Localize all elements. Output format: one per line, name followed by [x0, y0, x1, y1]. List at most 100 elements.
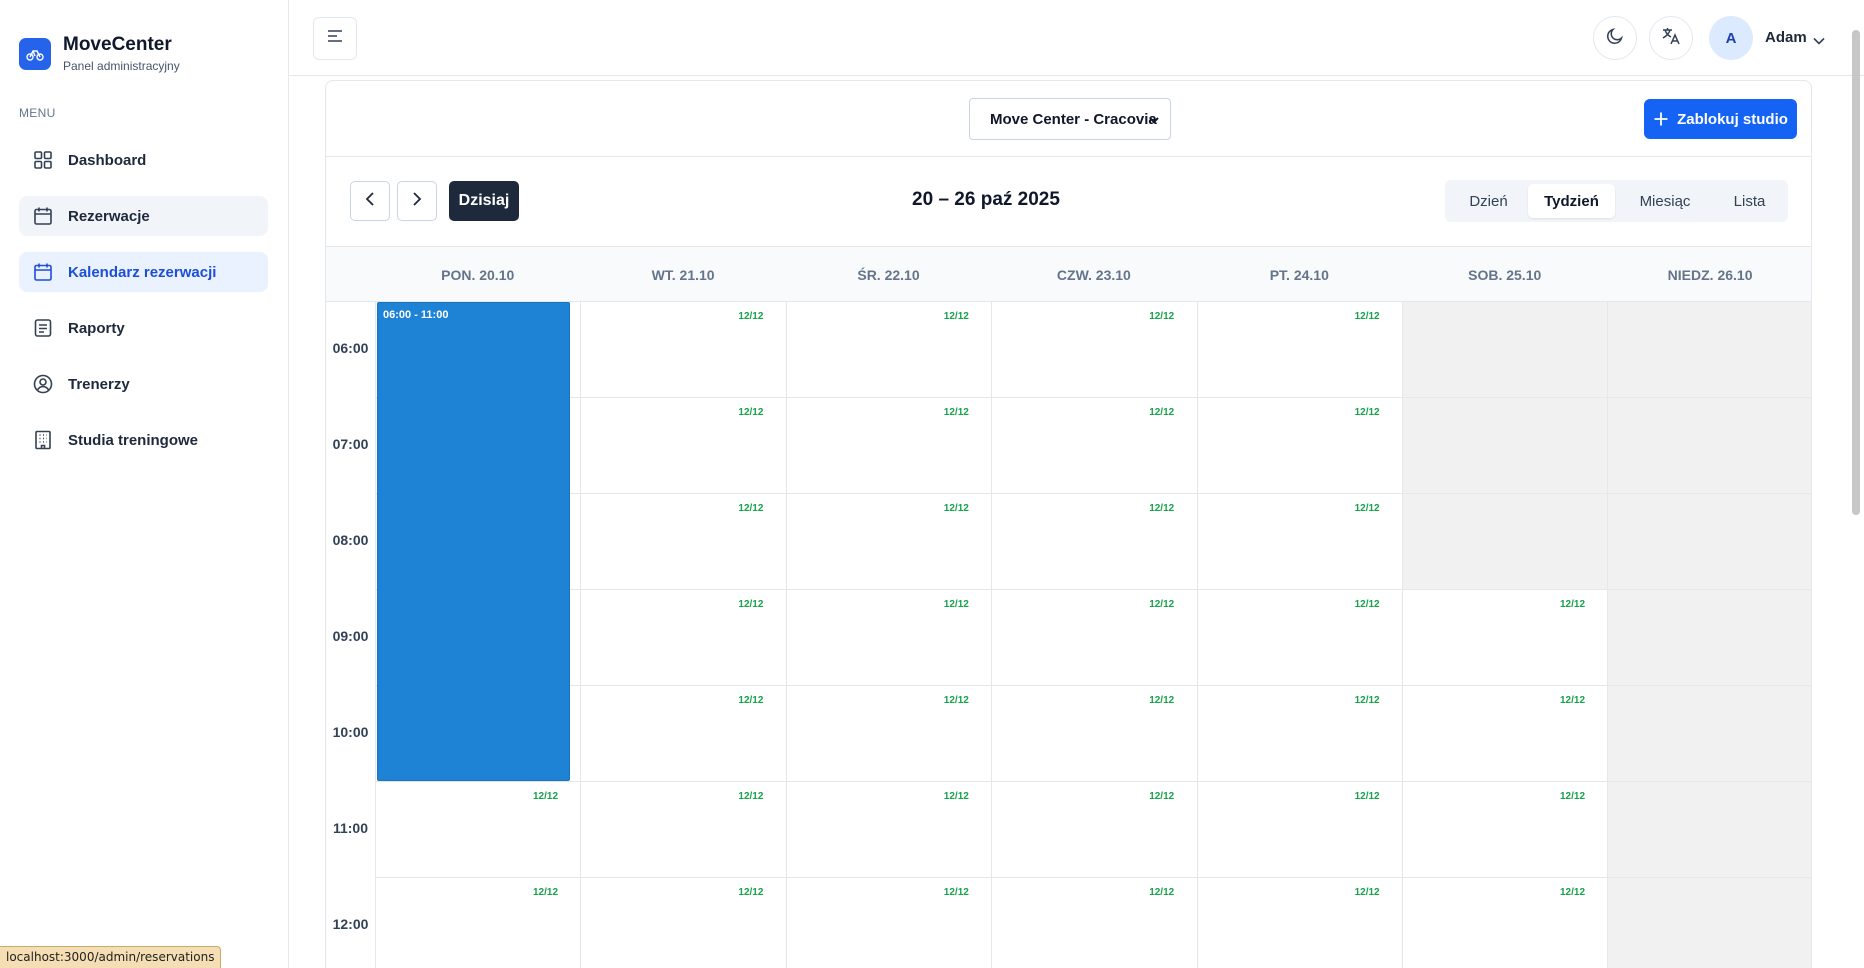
- sidebar-item-reports[interactable]: Raporty: [19, 308, 268, 348]
- calendar-toolbar: Dzisiaj 20 – 26 paź 2025 Dzień Tydzień M…: [326, 157, 1811, 247]
- slot-capacity-badge: 12/12: [1560, 695, 1586, 706]
- building-icon: [32, 429, 54, 451]
- calendar-grid: 06:00 12/12 12/12 12/12 12/12 07:00 12/12 12/12…: [326, 302, 1811, 968]
- day-header: WT. 21.10: [651, 266, 715, 283]
- slot-capacity-badge: 12/12: [943, 791, 969, 802]
- sidebar-item-reservations[interactable]: Rezerwacje: [19, 196, 268, 236]
- date-range-title: 20 – 26 paź 2025: [912, 189, 1060, 210]
- calendar-card: Move Center - Cracovia Zablokuj studio D…: [325, 80, 1812, 968]
- time-label: 11:00: [332, 820, 369, 836]
- sidebar-item-reservation-calendar[interactable]: Kalendarz rezerwacji: [19, 252, 268, 292]
- slot-capacity-badge: 12/12: [1149, 407, 1175, 418]
- day-header: ŚR. 22.10: [857, 266, 920, 283]
- menu-label: MENU: [19, 106, 56, 120]
- time-label: 07:00: [332, 436, 369, 452]
- sidebar-item-label: Trenerzy: [68, 375, 130, 393]
- user-name[interactable]: Adam: [1765, 29, 1807, 46]
- slot-capacity-badge: 12/12: [943, 599, 969, 610]
- calendar-slot: [1607, 782, 1811, 878]
- translate-icon: [1661, 26, 1681, 51]
- tab-week[interactable]: Tydzień: [1528, 184, 1615, 218]
- slot-capacity-badge: 12/12: [738, 791, 764, 802]
- sidebar-item-label: Kalendarz rezerwacji: [68, 263, 217, 281]
- sidebar-item-trainers[interactable]: Trenerzy: [19, 364, 268, 404]
- chevron-down-icon: [1148, 113, 1160, 130]
- tab-list[interactable]: Lista: [1715, 184, 1784, 218]
- slot-capacity-badge: 12/12: [1354, 695, 1380, 706]
- day-header: CZW. 23.10: [1056, 266, 1131, 283]
- chevron-down-icon[interactable]: [1813, 32, 1825, 50]
- slot-capacity-badge: 12/12: [1354, 887, 1380, 898]
- brand-subtitle: Panel administracyjny: [63, 59, 180, 73]
- slot-capacity-badge: 12/12: [1560, 599, 1586, 610]
- sidebar-nav: Dashboard Rezerwacje Kalendarz rezerwacj…: [19, 140, 268, 476]
- slot-capacity-badge: 12/12: [533, 887, 559, 898]
- sidebar-item-label: Dashboard: [68, 151, 147, 169]
- calendar-icon: [32, 205, 54, 227]
- day-header: PON. 20.10: [441, 266, 515, 283]
- calendar-slot: [1402, 494, 1608, 590]
- calendar-slot: [1607, 494, 1811, 590]
- avatar[interactable]: A: [1709, 16, 1753, 60]
- calendar-icon: [32, 261, 54, 283]
- slot-capacity-badge: 12/12: [738, 503, 764, 514]
- status-bar-url: localhost:3000/admin/reservations: [0, 946, 222, 968]
- day-header: PT. 24.10: [1269, 266, 1329, 283]
- slot-capacity-badge: 12/12: [738, 887, 764, 898]
- language-button[interactable]: [1649, 16, 1693, 60]
- sidebar-item-label: Rezerwacje: [68, 207, 150, 225]
- page-scrollbar[interactable]: [1852, 30, 1860, 515]
- slot-capacity-badge: 12/12: [533, 791, 559, 802]
- dashboard-icon: [32, 149, 54, 171]
- today-button[interactable]: Dzisiaj: [449, 181, 519, 221]
- slot-capacity-badge: 12/12: [1149, 887, 1175, 898]
- slot-capacity-badge: 12/12: [943, 407, 969, 418]
- sidebar-item-training-studios[interactable]: Studia treningowe: [19, 420, 268, 460]
- moon-icon: [1606, 27, 1624, 50]
- calendar-day-headers: PON. 20.10 WT. 21.10 ŚR. 22.10 CZW. 23.10 PT…: [326, 247, 1811, 302]
- studio-select[interactable]: Move Center - Cracovia: [969, 98, 1171, 140]
- day-header: SOB. 25.10: [1468, 266, 1542, 283]
- sidebar: MoveCenter Panel administracyjny MENU Da…: [0, 0, 289, 968]
- tab-day[interactable]: Dzień: [1449, 184, 1528, 218]
- sidebar-item-label: Studia treningowe: [68, 431, 199, 449]
- calendar-slot: [1607, 398, 1811, 494]
- calendar-slot: [1607, 686, 1811, 782]
- logo-icon: [19, 38, 51, 70]
- slot-capacity-badge: 12/12: [1354, 311, 1380, 322]
- view-switcher: Dzień Tydzień Miesiąc Lista: [1445, 180, 1788, 222]
- menu-icon: [327, 29, 343, 48]
- brand[interactable]: MoveCenter Panel administracyjny: [19, 34, 180, 74]
- user-circle-icon: [32, 373, 54, 395]
- menu-toggle-button[interactable]: [313, 17, 357, 60]
- block-studio-button[interactable]: Zablokuj studio: [1644, 99, 1797, 139]
- slot-capacity-badge: 12/12: [1149, 599, 1175, 610]
- block-studio-label: Zablokuj studio: [1677, 110, 1788, 128]
- slot-capacity-badge: 12/12: [1560, 791, 1586, 802]
- slot-capacity-badge: 12/12: [738, 407, 764, 418]
- reservation-event[interactable]: 06:00 - 11:00: [377, 302, 571, 781]
- dark-mode-button[interactable]: [1593, 16, 1637, 60]
- prev-week-button[interactable]: [350, 181, 390, 221]
- slot-capacity-badge: 12/12: [1354, 407, 1380, 418]
- slot-capacity-badge: 12/12: [738, 599, 764, 610]
- time-label: 09:00: [332, 628, 369, 644]
- slot-capacity-badge: 12/12: [943, 695, 969, 706]
- time-label: 10:00: [332, 724, 369, 740]
- slot-capacity-badge: 12/12: [943, 503, 969, 514]
- slot-capacity-badge: 12/12: [1149, 311, 1175, 322]
- slot-capacity-badge: 12/12: [943, 887, 969, 898]
- slot-capacity-badge: 12/12: [1560, 887, 1586, 898]
- slot-capacity-badge: 12/12: [1149, 791, 1175, 802]
- time-label: 12:00: [332, 916, 369, 932]
- app-root: MoveCenter Panel administracyjny MENU Da…: [0, 0, 1864, 968]
- calendar-slot: [1607, 590, 1811, 686]
- slot-capacity-badge: 12/12: [738, 695, 764, 706]
- sidebar-item-dashboard[interactable]: Dashboard: [19, 140, 268, 180]
- slot-capacity-badge: 12/12: [1354, 791, 1380, 802]
- next-week-button[interactable]: [397, 181, 437, 221]
- tab-month[interactable]: Miesiąc: [1615, 184, 1715, 218]
- time-label: 08:00: [332, 532, 369, 548]
- slot-capacity-badge: 12/12: [1149, 695, 1175, 706]
- sidebar-item-label: Raporty: [68, 319, 125, 337]
